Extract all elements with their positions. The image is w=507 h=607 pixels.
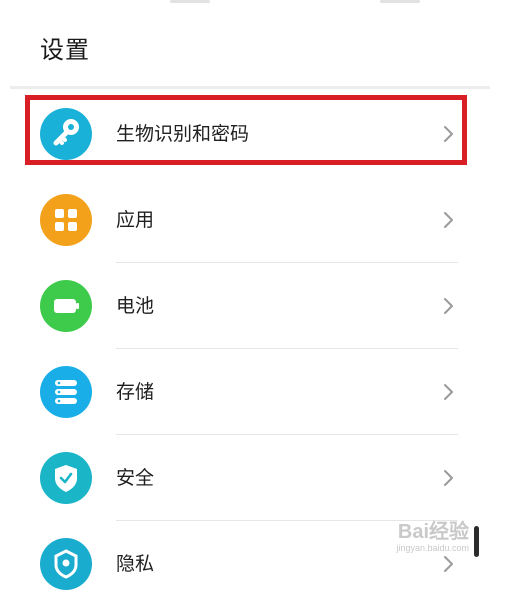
watermark-brand: Bai经验 (397, 521, 469, 543)
watermark-site: jingyan.baidu.com (396, 543, 469, 553)
status-bar-fragment (170, 0, 210, 3)
settings-item-label: 电池 (116, 295, 155, 317)
watermark: Bai经验 jingyan.baidu.com (396, 521, 469, 553)
settings-item-security[interactable]: 安全 (0, 435, 507, 521)
settings-item-apps[interactable]: 应用 (0, 177, 507, 263)
settings-item-label: 应用 (116, 209, 155, 231)
header-divider (10, 86, 490, 89)
chevron-right-icon (444, 556, 453, 572)
chevron-right-icon (444, 470, 453, 486)
apps-grid-icon (40, 194, 92, 246)
shield-check-icon (40, 452, 92, 504)
page-title: 设置 (40, 36, 90, 64)
storage-icon (40, 366, 92, 418)
settings-item-biometrics-password[interactable]: 生物识别和密码 (0, 91, 507, 177)
privacy-icon (40, 538, 92, 590)
key-icon (40, 108, 92, 160)
scrollbar-thumb[interactable] (474, 526, 479, 557)
settings-item-label: 生物识别和密码 (116, 123, 250, 145)
chevron-right-icon (444, 298, 453, 314)
status-bar (0, 0, 507, 10)
chevron-right-icon (444, 212, 453, 228)
status-bar-fragment (380, 0, 420, 3)
chevron-right-icon (444, 384, 453, 400)
settings-item-storage[interactable]: 存储 (0, 349, 507, 435)
settings-item-label: 安全 (116, 467, 155, 489)
chevron-right-icon (444, 126, 453, 142)
battery-icon (40, 280, 92, 332)
settings-item-label: 隐私 (116, 553, 155, 575)
settings-item-label: 存储 (116, 381, 155, 403)
settings-item-battery[interactable]: 电池 (0, 263, 507, 349)
